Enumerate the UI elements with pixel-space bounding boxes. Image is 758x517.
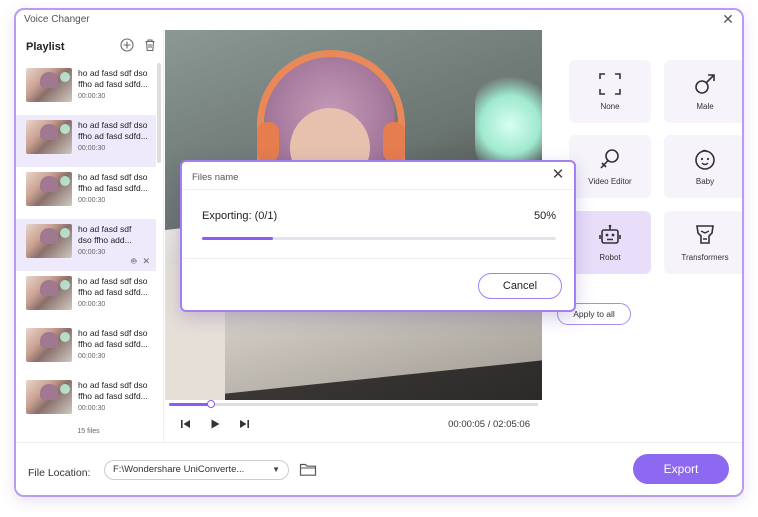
effect-label: Baby	[695, 177, 715, 186]
none-frame-icon	[599, 73, 621, 95]
add-file-icon[interactable]	[120, 38, 134, 52]
playback-time: 00:00:05 / 02:05:06	[448, 419, 530, 430]
effect-male[interactable]: Male	[664, 60, 742, 123]
playlist-item[interactable]: ho ad fasd sdf dso ffho ad fasd sdfd... 0…	[16, 63, 156, 115]
video-thumbnail	[26, 380, 72, 414]
playlist-panel: Playlist ho ad fasd sdf dso ffho ad fasd…	[16, 30, 164, 442]
playlist-item-duration: 00:00:30	[78, 145, 106, 152]
cancel-button[interactable]: Cancel	[478, 273, 562, 299]
effect-label: Male	[696, 102, 714, 111]
playlist-item-duration: 00:00:30	[78, 197, 106, 204]
video-thumbnail	[26, 224, 72, 258]
dialog-title: Files name	[192, 172, 239, 183]
playlist-header: Playlist	[16, 30, 164, 62]
playlist-item-name: ho ad fasd sdf dso ffho ad fasd sdfd...	[78, 68, 148, 89]
playlist-item-duration: 00:00:30	[78, 301, 106, 308]
playlist-list: ho ad fasd sdf dso ffho ad fasd sdfd... 0…	[16, 63, 156, 427]
playlist-item[interactable]: ho ad fasd sdf dso ffho ad fasd sdfd... 0…	[16, 167, 156, 219]
window-title: Voice Changer	[24, 14, 90, 25]
playlist-item-duration: 00:00:30	[78, 405, 106, 412]
export-progress-bar	[202, 237, 556, 240]
dialog-close-icon[interactable]: ✕	[550, 167, 566, 183]
playlist-item[interactable]: ho ad fasd sdf dso ffho ad fasd sdfd... 0…	[16, 323, 156, 375]
play-icon[interactable]	[208, 417, 222, 431]
seek-bar[interactable]	[169, 400, 538, 408]
window-close-icon[interactable]: ✕	[720, 11, 736, 27]
playlist-item-duration: 00:00:30	[78, 249, 106, 256]
playlist-item-duration: 00:00:30	[78, 93, 106, 100]
effect-baby[interactable]: Baby	[664, 135, 742, 198]
effect-none[interactable]: None	[569, 60, 651, 123]
title-bar: Voice Changer ✕	[16, 10, 742, 30]
playlist-item-name: ho ad fasd sdf dso ffho ad fasd sdfd...	[78, 172, 148, 193]
playlist-item-actions: 🤖︎ ✕	[131, 255, 150, 268]
file-location-select[interactable]: F:\Wondershare UniConverte... ▼	[104, 460, 289, 480]
export-button[interactable]: Export	[633, 454, 729, 484]
video-thumbnail	[26, 68, 72, 102]
effect-robot[interactable]: Robot	[569, 211, 651, 274]
next-frame-icon[interactable]	[237, 417, 251, 431]
playlist-item[interactable]: ho ad fasd sdf dso ffho ad fasd sdfd... 0…	[16, 375, 156, 427]
playlist-item-name: ho ad fasd sdf dso ffho ad fasd sdfd...	[78, 328, 148, 349]
male-icon	[695, 74, 715, 94]
playlist-item-name: ho ad fasd sdf dso ffho ad fasd sdfd...	[78, 380, 148, 401]
export-status: Exporting: (0/1)	[202, 210, 278, 222]
transformers-icon	[696, 225, 714, 244]
effect-label: Transformers	[681, 253, 729, 262]
export-progress-fill	[202, 237, 273, 240]
file-location-label: File Location:	[28, 467, 91, 479]
robot-icon	[599, 224, 621, 244]
effect-label: None	[600, 102, 620, 111]
female-icon	[600, 149, 619, 169]
playlist-item[interactable]: ho ad fasd sdf dso ffho ad fasd sdfd... 0…	[16, 115, 156, 167]
footer-bar: File Location: F:\Wondershare UniConvert…	[16, 442, 742, 495]
playlist-item-name: ho ad fasd sdf dso ffho ad fasd sdfd...	[78, 120, 148, 141]
robot-icon: 🤖︎	[131, 256, 137, 266]
playlist-title: Playlist	[26, 41, 65, 53]
playlist-item-name: ho ad fasd sdf dso ffho add...	[78, 224, 132, 245]
playlist-item[interactable]: ho ad fasd sdf dso ffho add... 00:00:30 🤖︎…	[16, 219, 156, 271]
playlist-scrollbar[interactable]	[157, 63, 161, 163]
dialog-divider	[182, 258, 574, 259]
effect-label: Video Editor	[588, 177, 632, 186]
playlist-item-name: ho ad fasd sdf dso ffho ad fasd sdfd...	[78, 276, 148, 297]
seek-handle[interactable]	[207, 400, 216, 408]
remove-item-icon[interactable]: ✕	[142, 256, 150, 266]
file-location-path: F:\Wondershare UniConverte...	[113, 464, 245, 475]
playlist-item-duration: 00:00:30	[78, 353, 106, 360]
effect-video-editor[interactable]: Video Editor	[569, 135, 651, 198]
folder-icon[interactable]	[299, 462, 317, 477]
seek-progress	[169, 403, 212, 406]
chevron-down-icon: ▼	[272, 465, 280, 474]
video-thumbnail	[26, 328, 72, 362]
player-controls: 00:00:05 / 02:05:06	[165, 400, 542, 442]
previous-frame-icon[interactable]	[179, 417, 193, 431]
baby-icon	[695, 149, 715, 170]
export-dialog: Files name ✕ Exporting: (0/1) 50% Cancel	[180, 160, 576, 312]
trash-icon[interactable]	[143, 38, 157, 52]
effect-transformers[interactable]: Transformers	[664, 211, 742, 274]
playlist-item[interactable]: ho ad fasd sdf dso ffho ad fasd sdfd... 0…	[16, 271, 156, 323]
video-thumbnail	[26, 172, 72, 206]
export-percent: 50%	[533, 210, 556, 222]
video-thumbnail	[26, 276, 72, 310]
video-thumbnail	[26, 120, 72, 154]
effect-label: Robot	[599, 253, 621, 262]
playlist-file-count: 15 files	[77, 428, 100, 435]
dialog-header: Files name ✕	[182, 162, 574, 190]
